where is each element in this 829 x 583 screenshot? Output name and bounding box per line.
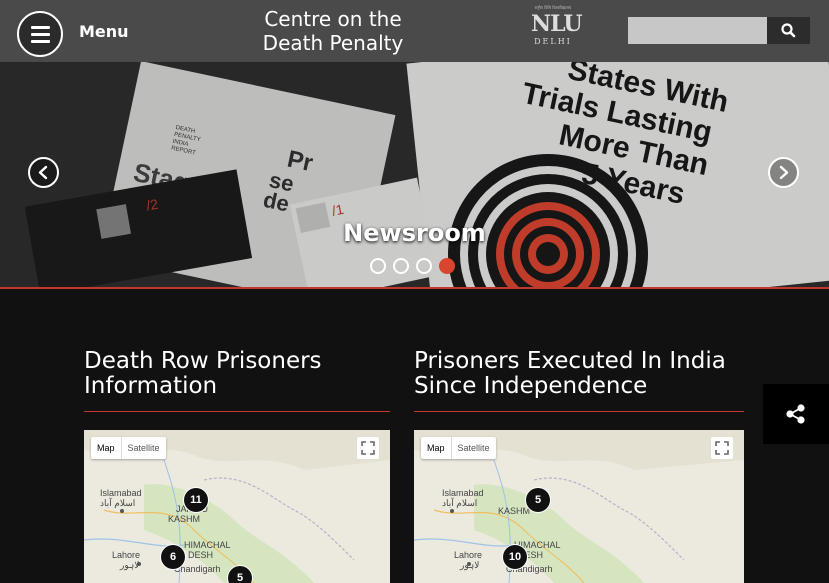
section-title-line2: Since Independence <box>414 373 648 399</box>
menu-label[interactable]: Menu <box>79 22 129 41</box>
map-label: DESH <box>188 550 214 560</box>
hero-slide-image: DEATH PENALTY INDIA REPORT Stages Pr se … <box>0 62 829 289</box>
map-cluster-marker[interactable]: 10 <box>503 545 527 569</box>
slide-caption[interactable]: Newsroom <box>0 219 829 247</box>
map-label: اسلام آباد <box>442 498 478 508</box>
hero-accent-rule <box>0 287 829 289</box>
search-button[interactable] <box>767 17 810 44</box>
death-row-map[interactable]: Map Satellite Islamabad اسلام آباد JAMMU… <box>84 430 390 583</box>
map-type-satellite-button[interactable]: Satellite <box>122 437 166 459</box>
map-cluster-marker[interactable]: 6 <box>161 545 185 569</box>
search-icon <box>781 23 796 38</box>
map-label: اسلام آباد <box>100 498 136 508</box>
fullscreen-icon <box>715 441 729 455</box>
chevron-left-icon <box>38 165 48 180</box>
executed-map[interactable]: Map Satellite Islamabad اسلام آباد KASHM… <box>414 430 744 583</box>
share-icon <box>786 404 805 424</box>
map-label: KASHM <box>498 506 531 516</box>
map-label: Lahore <box>454 550 483 560</box>
fullscreen-icon <box>361 441 375 455</box>
hamburger-icon-bar <box>31 33 50 36</box>
map-label: HIMACHAL <box>184 540 231 550</box>
site-title-line1: Centre on the <box>264 7 402 31</box>
slider-next-button[interactable] <box>768 157 799 188</box>
map-label: Islamabad <box>442 488 484 498</box>
map-type-map-button[interactable]: Map <box>421 437 452 459</box>
menu-button[interactable] <box>17 11 63 57</box>
slider-prev-button[interactable] <box>28 157 59 188</box>
share-button[interactable] <box>763 384 829 444</box>
slider-dot-1[interactable] <box>370 258 386 274</box>
section-rule <box>84 411 390 412</box>
fullscreen-button[interactable] <box>357 437 379 459</box>
search-input[interactable] <box>628 17 767 44</box>
section-title-death-row: Death Row Prisoners Information <box>84 349 322 399</box>
slider-dot-2[interactable] <box>393 258 409 274</box>
logo-text: NLU <box>531 11 583 37</box>
map-label: KASHM <box>168 514 201 524</box>
hamburger-icon-bar <box>31 26 50 29</box>
section-title-executed: Prisoners Executed In India Since Indepe… <box>414 349 726 399</box>
slider-dot-4[interactable] <box>439 258 455 274</box>
site-title-line2: Death Penalty <box>262 31 404 55</box>
section-title-line2: Information <box>84 373 218 399</box>
site-header: Menu Centre on the Death Penalty राष्ट्र… <box>0 0 829 62</box>
map-label: Lahore <box>112 550 141 560</box>
map-type-control: Map Satellite <box>421 437 496 459</box>
hamburger-icon-bar <box>31 40 50 43</box>
logo-city: DELHI <box>534 37 572 46</box>
map-label: لاہور <box>120 560 140 570</box>
map-label: Islamabad <box>100 488 142 498</box>
hero-slider: DEATH PENALTY INDIA REPORT Stages Pr se … <box>0 62 829 289</box>
map-cluster-marker[interactable]: 5 <box>526 488 550 512</box>
map-type-map-button[interactable]: Map <box>91 437 122 459</box>
slider-dot-3[interactable] <box>416 258 432 274</box>
section-title-line1: Prisoners Executed In India <box>414 348 726 374</box>
map-label: لاہور <box>460 560 480 570</box>
map-type-control: Map Satellite <box>91 437 166 459</box>
map-type-satellite-button[interactable]: Satellite <box>452 437 496 459</box>
chevron-right-icon <box>779 165 789 180</box>
section-rule <box>414 411 744 412</box>
nlu-delhi-logo[interactable]: राष्ट्रीय विधि विश्वविद्यालय NLU DELHI <box>531 5 583 57</box>
fullscreen-button[interactable] <box>711 437 733 459</box>
site-title[interactable]: Centre on the Death Penalty <box>233 7 433 55</box>
map-cluster-marker[interactable]: 5 <box>228 566 252 583</box>
map-cluster-marker[interactable]: 11 <box>184 488 208 512</box>
section-title-line1: Death Row Prisoners <box>84 348 322 374</box>
slider-pagination <box>370 258 455 276</box>
